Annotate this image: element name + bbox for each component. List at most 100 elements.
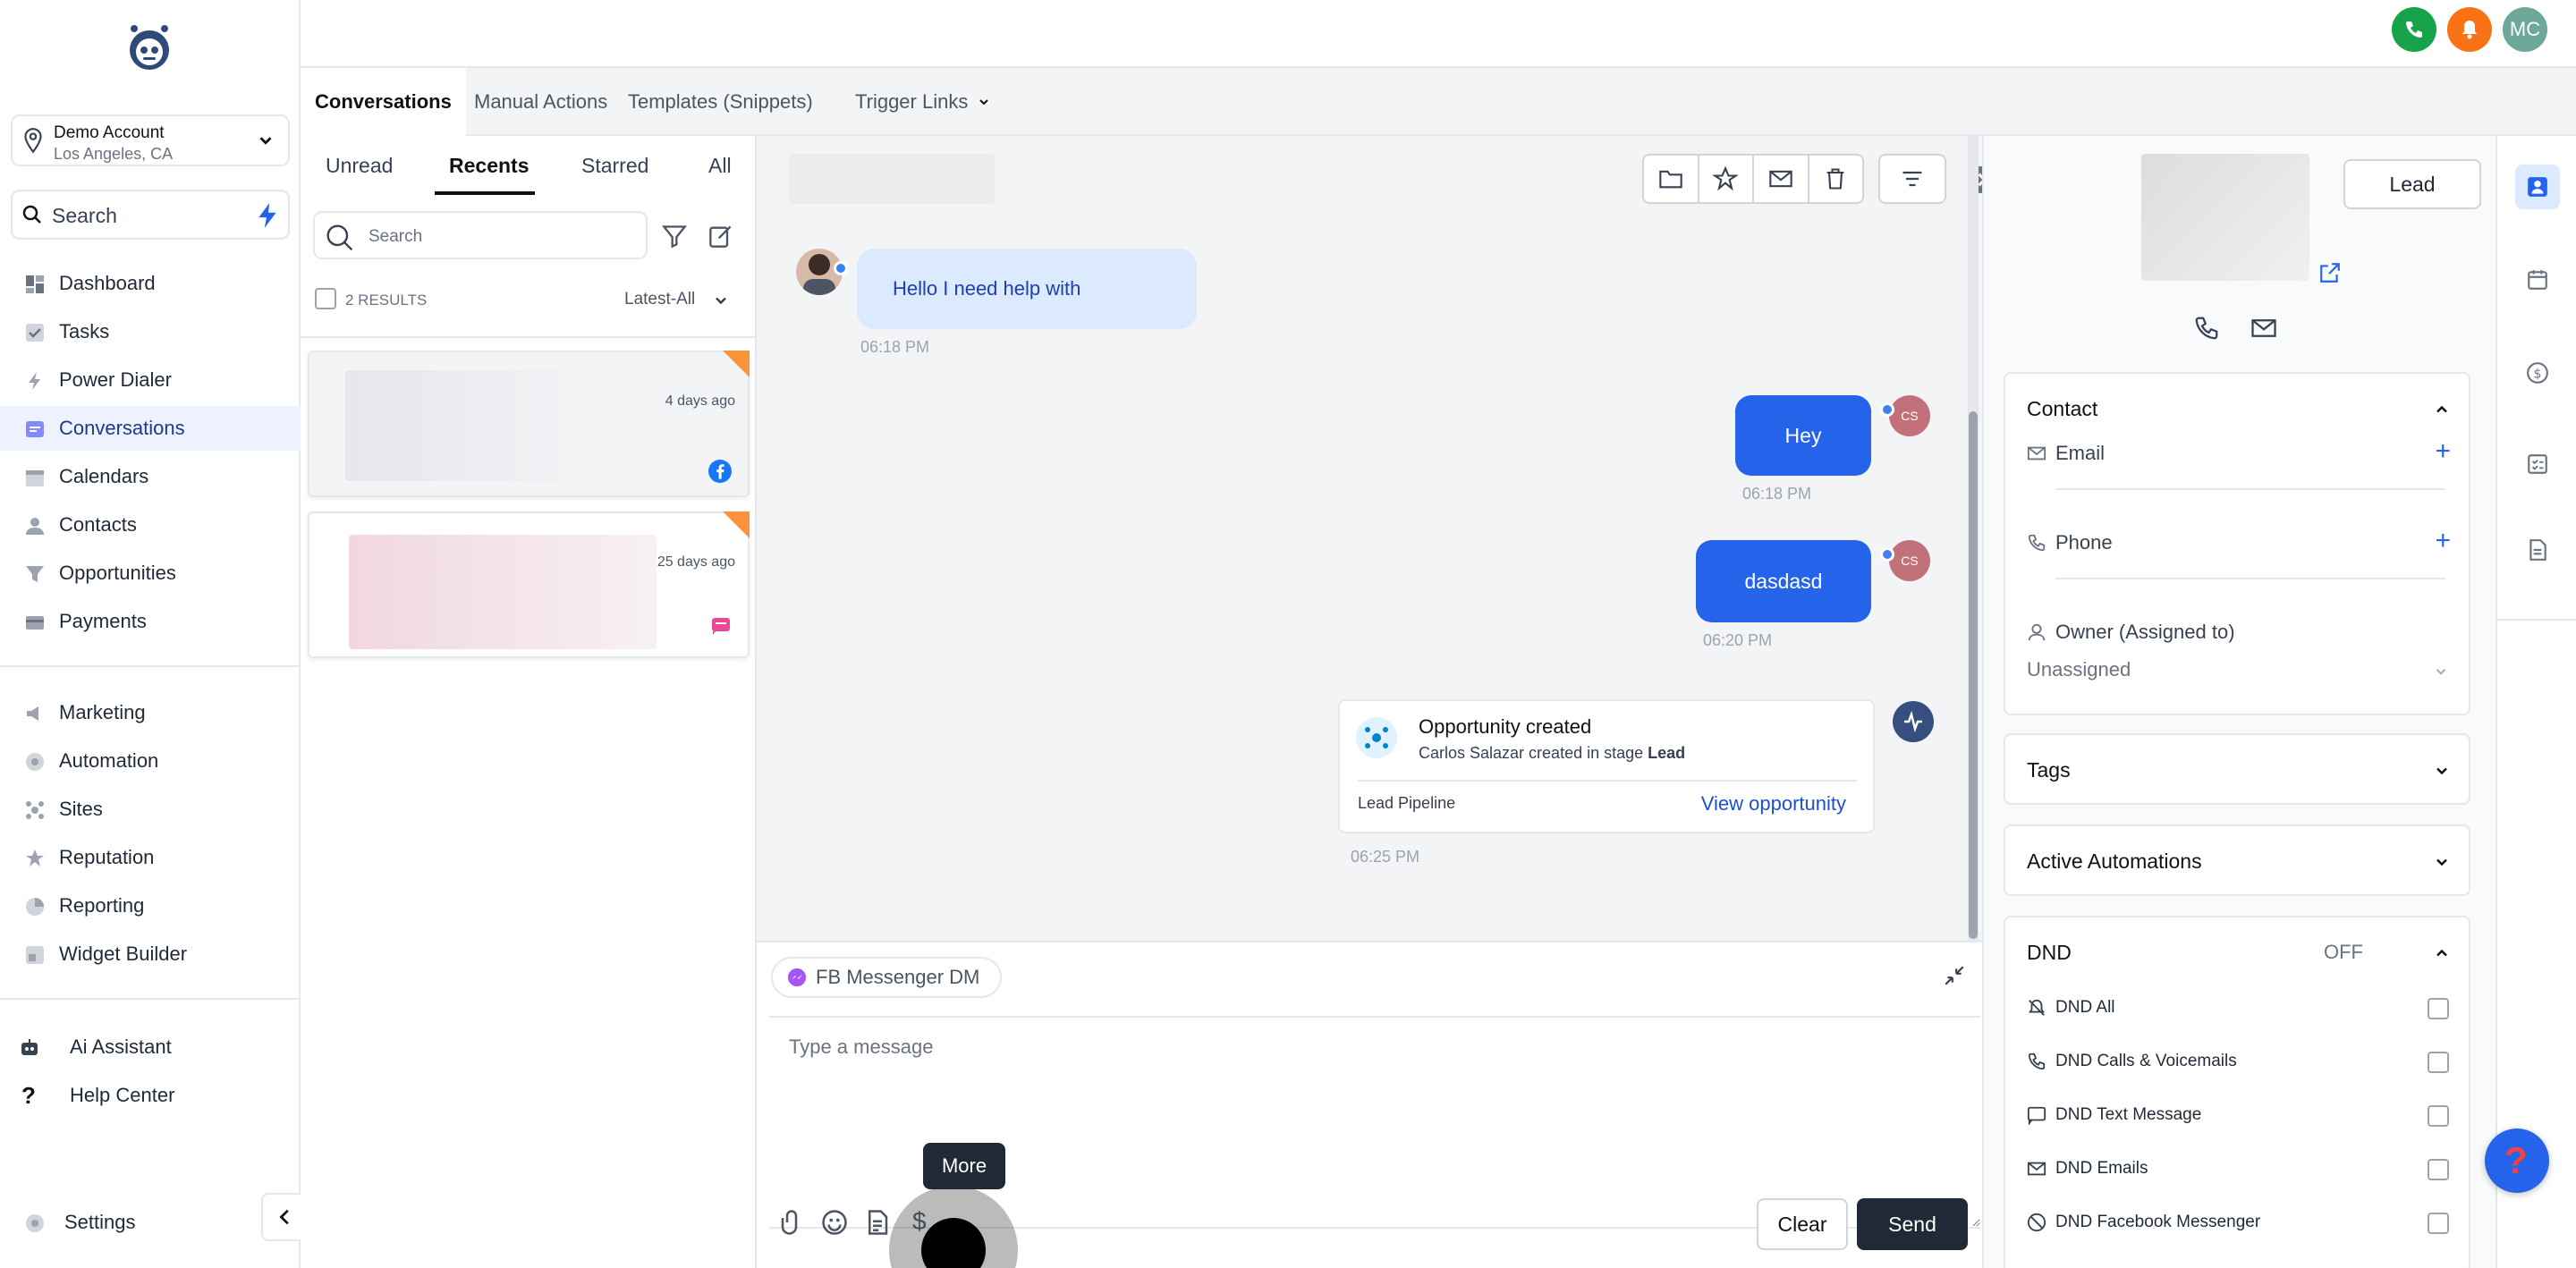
view-opportunity-link[interactable]: View opportunity bbox=[1701, 792, 1846, 816]
phone-icon bbox=[2028, 1052, 2046, 1070]
filter-recents[interactable]: Recents bbox=[449, 154, 529, 178]
sidebar-item-contacts[interactable]: Contacts bbox=[0, 503, 301, 547]
tab-templates[interactable]: Templates (Snippets) bbox=[614, 68, 827, 136]
add-email-button[interactable]: + bbox=[2435, 436, 2451, 467]
chevron-up-icon[interactable] bbox=[2433, 401, 2451, 418]
user-avatar[interactable]: MC bbox=[2503, 7, 2547, 52]
phone-icon[interactable] bbox=[2193, 315, 2220, 342]
channel-selector[interactable]: FB Messenger DM bbox=[771, 957, 1002, 998]
tab-conversations[interactable]: Conversations bbox=[301, 68, 466, 136]
chevron-up-icon[interactable] bbox=[2433, 944, 2451, 962]
help-icon: ? bbox=[21, 1082, 36, 1109]
filter-starred[interactable]: Starred bbox=[581, 154, 648, 178]
rail-contact-button[interactable] bbox=[2515, 165, 2560, 209]
owner-label: Owner (Assigned to) bbox=[2055, 621, 2235, 643]
sidebar-item-marketing[interactable]: Marketing bbox=[0, 690, 301, 735]
dnd-calls-checkbox[interactable] bbox=[2428, 1052, 2449, 1073]
sidebar-item-tasks[interactable]: Tasks bbox=[0, 309, 301, 354]
minimize-icon[interactable] bbox=[1943, 964, 1966, 987]
payments-icon bbox=[26, 616, 44, 630]
email-label: Email bbox=[2055, 442, 2106, 464]
account-switcher[interactable]: Demo Account Los Angeles, CA bbox=[11, 114, 290, 166]
marketing-icon bbox=[27, 706, 38, 721]
sidebar-item-label: Reporting bbox=[59, 894, 145, 917]
sidebar-item-help-center[interactable]: ? Help Center bbox=[0, 1073, 301, 1118]
sidebar-item-opportunities[interactable]: Opportunities bbox=[0, 551, 301, 596]
lead-button[interactable]: Lead bbox=[2343, 159, 2481, 209]
sidebar-item-calendars[interactable]: Calendars bbox=[0, 454, 301, 499]
filter-icon[interactable] bbox=[662, 224, 687, 249]
star-button[interactable] bbox=[1699, 156, 1754, 202]
sidebar-search[interactable]: Search bbox=[11, 190, 290, 240]
mail-icon[interactable] bbox=[2250, 315, 2277, 342]
sidebar-divider bbox=[0, 998, 301, 1000]
calendar-icon[interactable] bbox=[2526, 268, 2549, 292]
chevron-down-icon bbox=[259, 137, 272, 145]
add-phone-button[interactable]: + bbox=[2435, 526, 2451, 556]
sidebar-item-power-dialer[interactable]: Power Dialer bbox=[0, 358, 301, 402]
tags-section[interactable]: Tags bbox=[2004, 733, 2470, 805]
document-icon[interactable] bbox=[2526, 538, 2549, 562]
attachment-icon[interactable] bbox=[778, 1209, 805, 1236]
list-item[interactable]: 25 days ago bbox=[308, 511, 750, 658]
lightning-icon[interactable] bbox=[256, 202, 279, 229]
payment-icon[interactable]: $ bbox=[912, 1207, 927, 1236]
help-fab[interactable]: ? bbox=[2485, 1129, 2549, 1193]
sort-select[interactable]: Latest-All bbox=[624, 290, 695, 309]
dnd-text-checkbox[interactable] bbox=[2428, 1105, 2449, 1127]
tab-trigger-links[interactable]: Trigger Links bbox=[841, 68, 1005, 136]
chevron-down-icon[interactable] bbox=[712, 292, 730, 309]
dnd-all-checkbox[interactable] bbox=[2428, 998, 2449, 1019]
clear-button[interactable]: Clear bbox=[1757, 1198, 1848, 1250]
sidebar-item-conversations[interactable]: Conversations bbox=[0, 406, 301, 451]
sidebar-item-ai-assistant[interactable]: Ai Assistant bbox=[0, 1025, 301, 1069]
dnd-facebook-checkbox[interactable] bbox=[2428, 1213, 2449, 1234]
tab-manual-actions[interactable]: Manual Actions bbox=[460, 68, 622, 136]
owner-select[interactable]: Unassigned bbox=[2027, 658, 2131, 681]
sidebar-item-sites[interactable]: Sites bbox=[0, 787, 301, 832]
conversation-search[interactable]: Search bbox=[313, 211, 648, 259]
field-underline[interactable] bbox=[2055, 488, 2445, 490]
message-input[interactable] bbox=[769, 1016, 1980, 1229]
sidebar-item-automation[interactable]: Automation bbox=[0, 739, 301, 783]
send-button[interactable]: Send bbox=[1857, 1198, 1968, 1250]
notifications-button[interactable] bbox=[2447, 7, 2492, 52]
sidebar-item-reporting[interactable]: Reporting bbox=[0, 883, 301, 928]
chat-thread: Hello I need help with 06:18 PM Hey CS 0… bbox=[757, 136, 1995, 941]
chevron-down-icon[interactable] bbox=[2433, 664, 2449, 680]
filter-unread[interactable]: Unread bbox=[326, 154, 393, 178]
dollar-icon[interactable]: $ bbox=[2526, 361, 2549, 385]
automations-section[interactable]: Active Automations bbox=[2004, 824, 2470, 896]
list-item[interactable]: 4 days ago bbox=[308, 351, 750, 497]
select-all-checkbox[interactable] bbox=[315, 288, 336, 309]
dashboard-icon bbox=[26, 275, 44, 293]
filter-all[interactable]: All bbox=[708, 154, 732, 178]
folder-button[interactable] bbox=[1644, 156, 1699, 202]
star-icon bbox=[1713, 166, 1739, 191]
field-underline[interactable] bbox=[2055, 578, 2445, 579]
sort-filter-button[interactable] bbox=[1878, 154, 1946, 204]
emoji-icon[interactable] bbox=[821, 1209, 848, 1236]
chat-scrollbar-thumb[interactable] bbox=[1969, 411, 1978, 939]
sidebar-item-settings[interactable]: Settings bbox=[0, 1200, 301, 1245]
sidebar-item-reputation[interactable]: Reputation bbox=[0, 835, 301, 880]
sidebar-item-payments[interactable]: Payments bbox=[0, 599, 301, 644]
mark-unread-button[interactable] bbox=[1754, 156, 1809, 202]
external-link-icon[interactable] bbox=[2318, 261, 2342, 284]
redacted-preview bbox=[345, 370, 614, 481]
settings-icon bbox=[26, 1214, 44, 1232]
sidebar-item-widget-builder[interactable]: Widget Builder bbox=[0, 932, 301, 976]
contact-card-icon bbox=[2528, 177, 2547, 197]
template-icon[interactable] bbox=[864, 1209, 891, 1236]
sidebar-item-dashboard[interactable]: Dashboard bbox=[0, 261, 301, 306]
checklist-icon[interactable] bbox=[2526, 452, 2549, 476]
phone-button[interactable] bbox=[2392, 7, 2436, 52]
sidebar-item-label: Settings bbox=[64, 1211, 136, 1233]
delete-button[interactable] bbox=[1809, 156, 1863, 202]
dnd-emails-checkbox[interactable] bbox=[2428, 1159, 2449, 1180]
sidebar-item-label: Automation bbox=[59, 749, 159, 772]
compose-icon[interactable] bbox=[708, 224, 733, 249]
sidebar-item-label: Calendars bbox=[59, 465, 149, 487]
conversations-icon bbox=[26, 421, 44, 437]
main-tabs: Conversations Manual Actions Templates (… bbox=[301, 68, 2576, 136]
